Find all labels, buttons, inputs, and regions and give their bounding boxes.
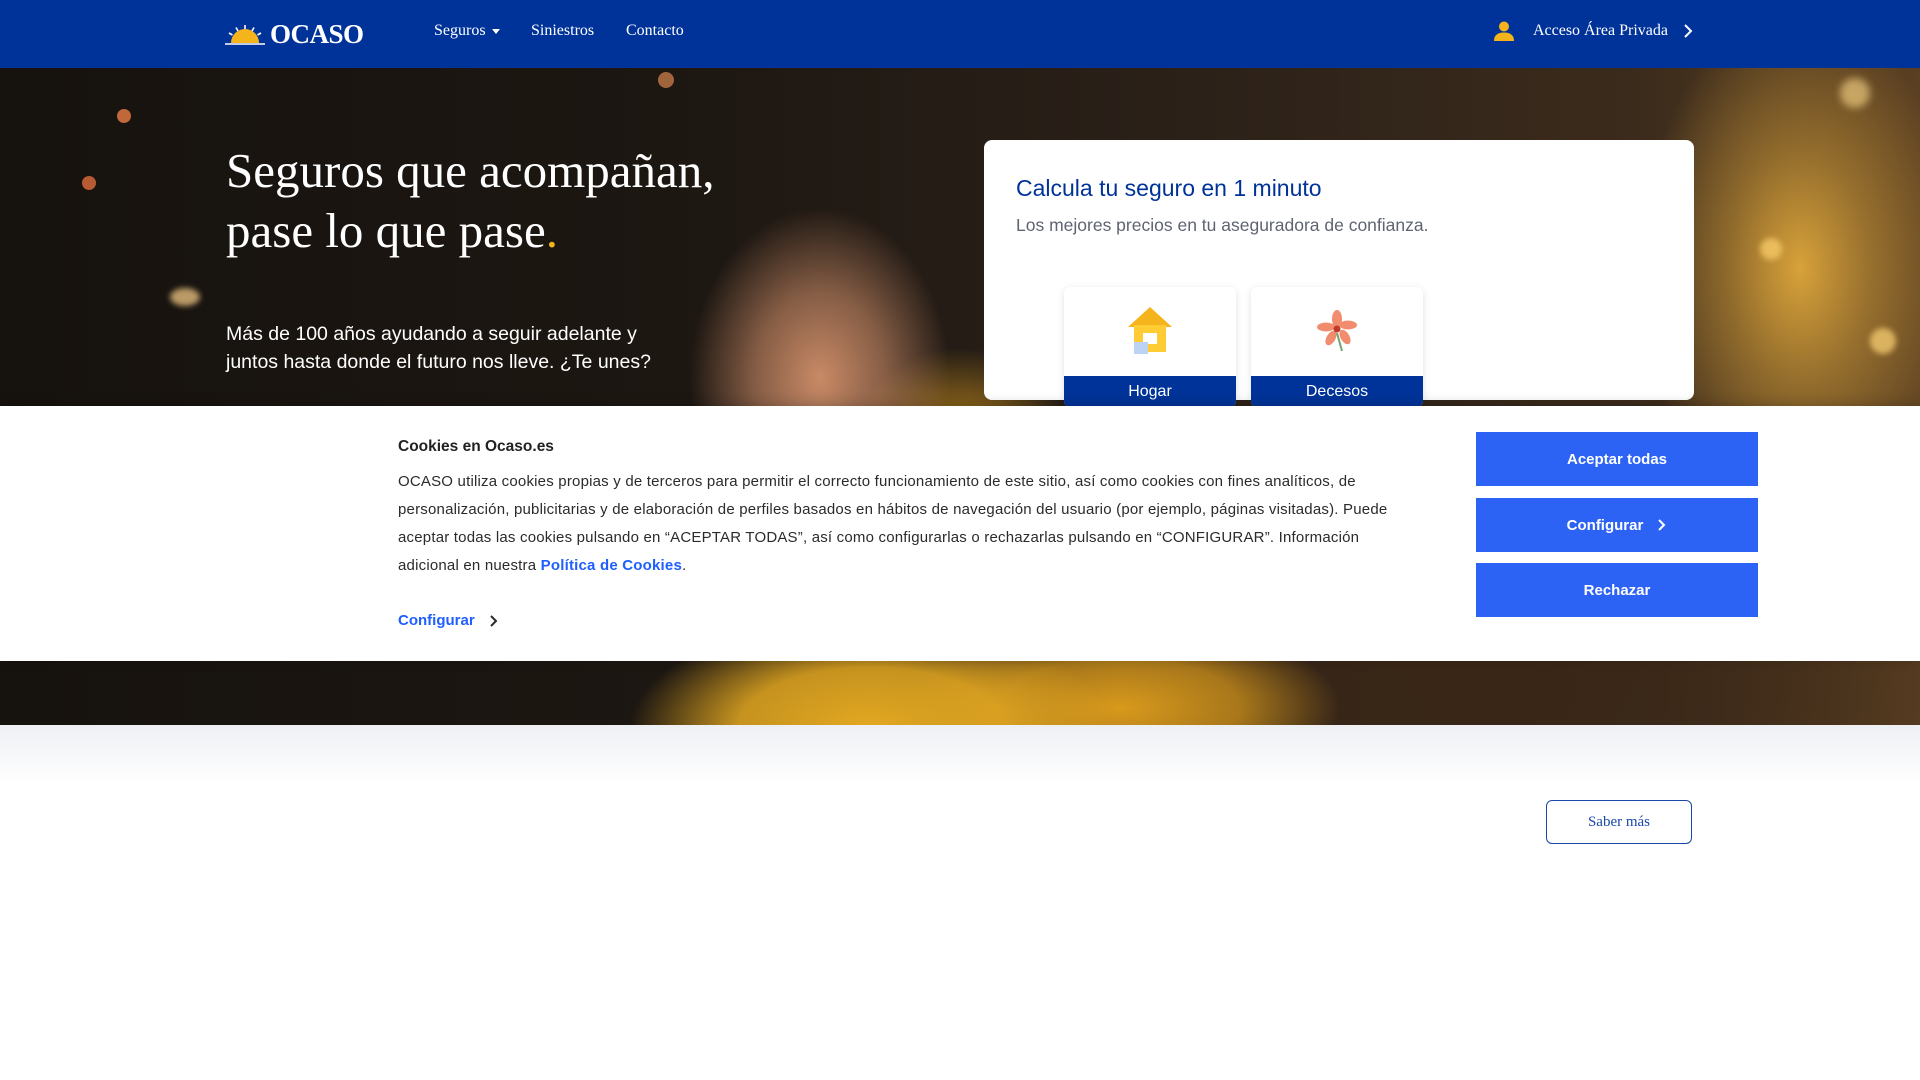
chevron-right-icon xyxy=(1684,24,1693,38)
cookie-configure-link[interactable]: Configurar xyxy=(398,612,499,629)
saber-mas-button[interactable]: Saber más xyxy=(1546,800,1692,844)
product-decesos-label: Decesos xyxy=(1251,376,1423,407)
top-navigation-bar: OCASO Seguros Siniestros Contacto Acceso… xyxy=(0,0,1920,68)
cookie-text: OCASO utiliza cookies propias y de terce… xyxy=(398,468,1408,580)
house-icon xyxy=(1128,307,1172,354)
bokeh-light xyxy=(1840,78,1870,108)
product-hogar-card[interactable]: Hogar xyxy=(1064,287,1236,407)
sun-logo-icon xyxy=(225,25,265,45)
reject-cookies-button[interactable]: Rechazar xyxy=(1476,563,1758,617)
logo-text: OCASO xyxy=(270,18,364,49)
bokeh-light xyxy=(1870,328,1896,354)
cookie-policy-link[interactable]: Política de Cookies xyxy=(541,557,682,574)
bokeh-light xyxy=(170,288,200,306)
flower-icon xyxy=(1317,310,1357,352)
bokeh-light xyxy=(82,176,96,190)
bokeh-light xyxy=(117,109,131,123)
product-decesos-card[interactable]: Decesos xyxy=(1251,287,1423,407)
nav-siniestros[interactable]: Siniestros xyxy=(531,22,594,40)
private-area-label: Acceso Área Privada xyxy=(1532,22,1668,39)
cookie-configure-link-label: Configurar xyxy=(398,612,475,629)
ocaso-logo[interactable]: OCASO xyxy=(225,18,364,50)
cookie-text-end: . xyxy=(681,557,687,574)
nav-seguros-label: Seguros xyxy=(434,22,486,39)
user-icon xyxy=(1493,21,1514,41)
nav-contacto[interactable]: Contacto xyxy=(626,22,684,40)
cookie-banner: Cookies en Ocaso.es OCASO utiliza cookie… xyxy=(0,406,1920,661)
configure-cookies-button[interactable]: Configurar xyxy=(1476,498,1758,552)
section-divider-shade xyxy=(0,725,1920,785)
configure-cookies-button-label: Configurar xyxy=(1566,516,1644,534)
hero-title-line2: pase lo que pase xyxy=(226,203,546,258)
chevron-right-icon xyxy=(1658,519,1666,531)
calculator-title: Calcula tu seguro en 1 minuto xyxy=(1016,175,1322,201)
hero-title-dot: . xyxy=(545,203,558,258)
bokeh-light xyxy=(658,72,674,88)
calculator-card: Calcula tu seguro en 1 minuto Los mejore… xyxy=(984,140,1694,407)
hero-subtitle: Más de 100 años ayudando a seguir adelan… xyxy=(226,323,651,373)
chevron-right-icon xyxy=(489,614,498,627)
hero-title-line1: Seguros que acompañan, xyxy=(226,143,715,198)
accept-all-cookies-button[interactable]: Aceptar todas xyxy=(1476,432,1758,486)
caret-down-icon xyxy=(491,28,500,34)
nav-seguros[interactable]: Seguros xyxy=(434,22,500,40)
private-area-link[interactable]: Acceso Área Privada xyxy=(1493,20,1694,42)
product-hogar-label: Hogar xyxy=(1064,376,1236,407)
bokeh-light xyxy=(1760,238,1782,260)
hero-title: Seguros que acompañan, pase lo que pase. xyxy=(226,141,786,261)
cookie-title: Cookies en Ocaso.es xyxy=(398,438,554,455)
calculator-subtitle: Los mejores precios en tu aseguradora de… xyxy=(1016,215,1429,235)
